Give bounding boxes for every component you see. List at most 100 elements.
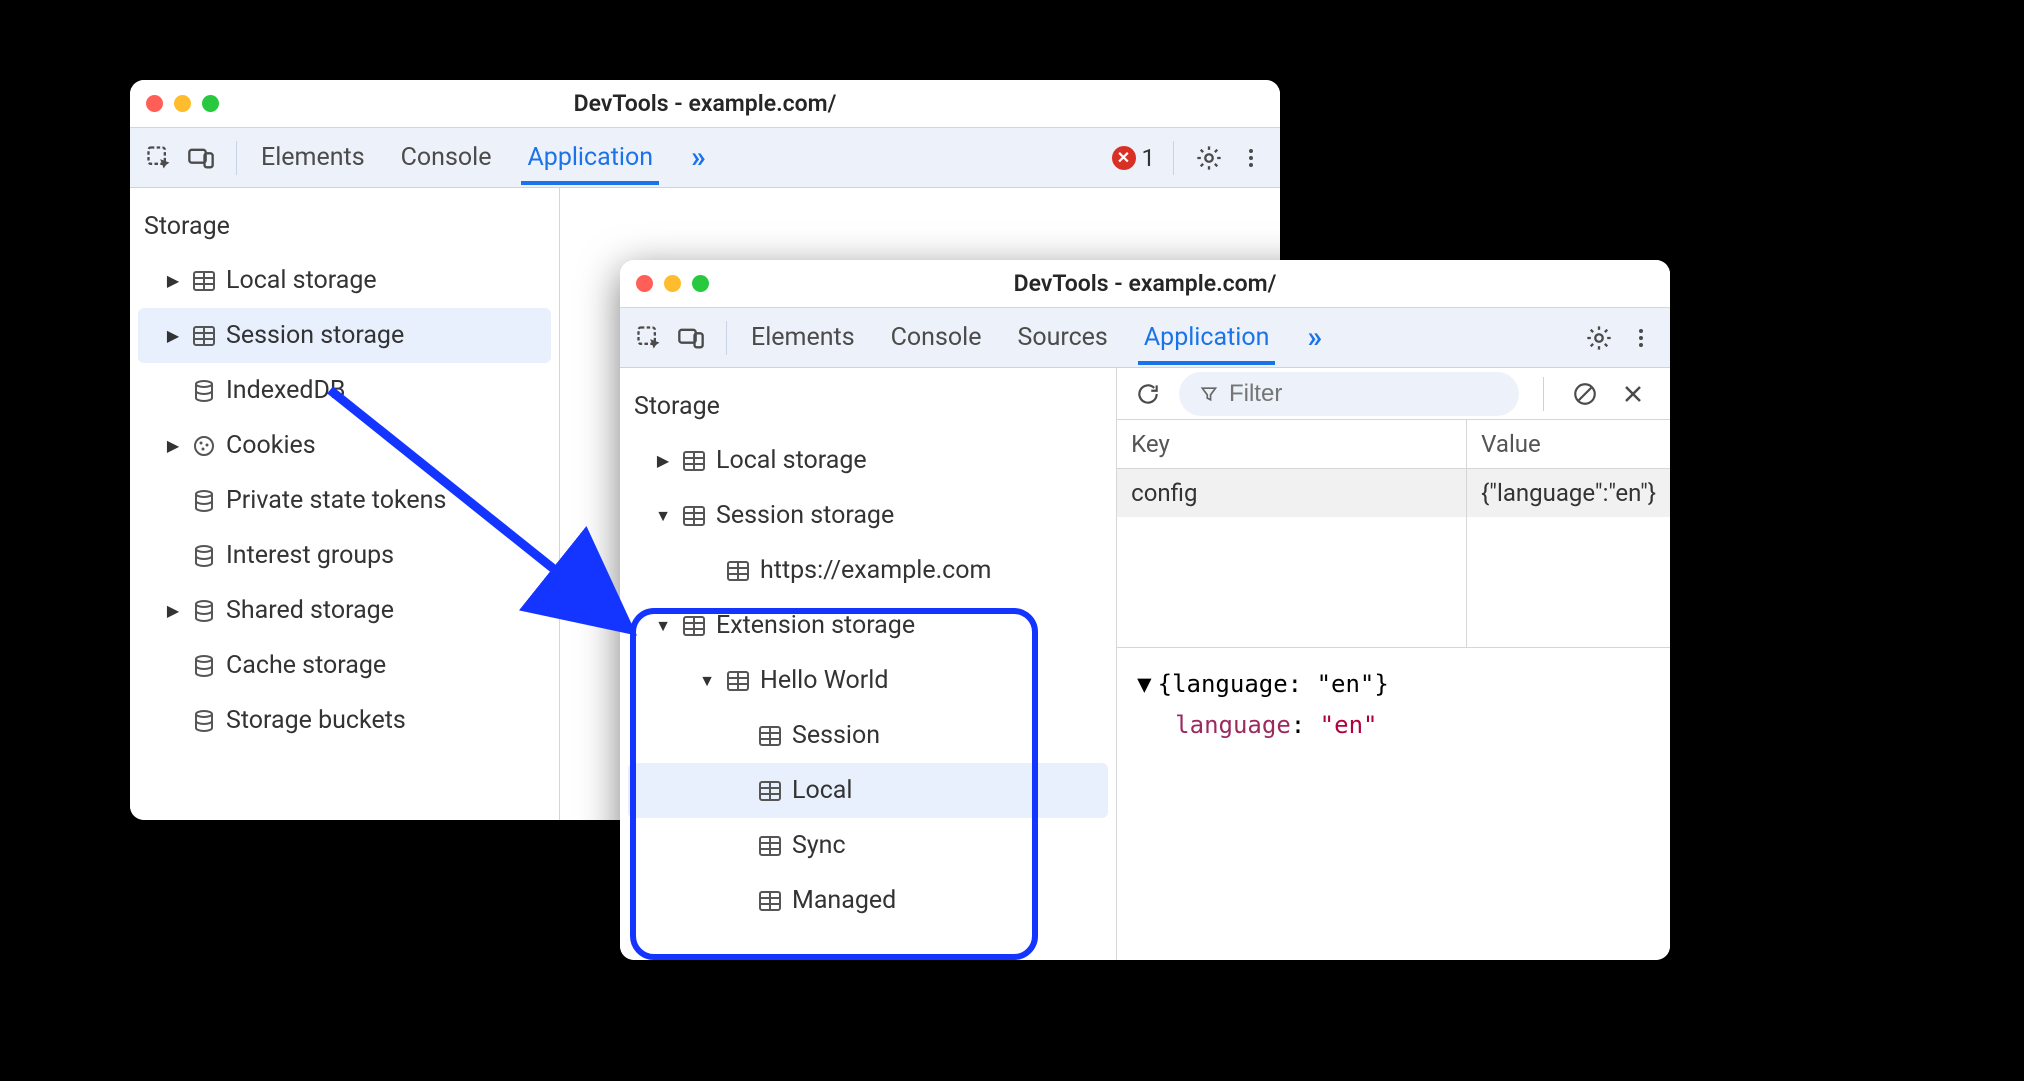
- more-tabs-icon[interactable]: »: [1299, 320, 1330, 355]
- tree-label: Session storage: [716, 501, 894, 530]
- tree-label: Local storage: [716, 446, 867, 475]
- refresh-icon[interactable]: [1131, 377, 1165, 411]
- tab-application[interactable]: Application: [1138, 311, 1276, 365]
- tree-item-shared-storage[interactable]: ▶ Shared storage: [130, 583, 559, 638]
- tree-label: Interest groups: [226, 541, 394, 570]
- minimize-window-button[interactable]: [174, 95, 191, 112]
- clear-all-icon[interactable]: [1568, 377, 1602, 411]
- tree-label: Local storage: [226, 266, 377, 295]
- tree-label: IndexedDB: [226, 376, 345, 405]
- tab-application[interactable]: Application: [521, 131, 659, 185]
- settings-icon[interactable]: [1192, 141, 1226, 175]
- panel-tabs: Elements Console Sources Application »: [745, 311, 1330, 365]
- tree-item-storage-buckets[interactable]: Storage buckets: [130, 693, 559, 748]
- tab-elements[interactable]: Elements: [745, 311, 861, 365]
- error-badge[interactable]: ✕ 1: [1112, 144, 1156, 172]
- separator: [236, 141, 237, 175]
- tree-item-extension-storage[interactable]: ▼ Extension storage: [620, 598, 1116, 653]
- column-header-value[interactable]: Value: [1467, 420, 1670, 468]
- close-window-button[interactable]: [636, 275, 653, 292]
- inspect-icon[interactable]: [142, 141, 176, 175]
- tree-label: Sync: [792, 831, 846, 860]
- kebab-menu-icon[interactable]: [1624, 321, 1658, 355]
- more-tabs-icon[interactable]: »: [683, 140, 714, 175]
- table-icon: [680, 502, 708, 530]
- tab-sources[interactable]: Sources: [1011, 311, 1113, 365]
- storage-sidebar: Storage ▶Local storage ▼Session storage …: [620, 368, 1117, 960]
- window-title: DevTools - example.com/: [620, 270, 1670, 297]
- delete-icon[interactable]: [1616, 377, 1650, 411]
- detail-summary-line[interactable]: ▼{language: "en"}: [1137, 664, 1650, 705]
- tab-console[interactable]: Console: [395, 131, 498, 185]
- cell-key[interactable]: config: [1117, 469, 1467, 517]
- expand-arrow-icon[interactable]: ▶: [164, 436, 182, 455]
- collapse-arrow-icon[interactable]: ▼: [698, 671, 716, 691]
- tree-item-cookies[interactable]: ▶ Cookies: [130, 418, 559, 473]
- collapse-arrow-icon[interactable]: ▼: [654, 616, 672, 636]
- tree-label: Local: [792, 776, 853, 805]
- filter-field[interactable]: [1179, 372, 1519, 416]
- inspect-icon[interactable]: [632, 321, 666, 355]
- detail-key: language: [1175, 711, 1291, 739]
- tree-item-session-storage[interactable]: ▶Session storage: [138, 308, 551, 363]
- cell-value[interactable]: {"language":"en"}: [1467, 469, 1670, 517]
- filter-input[interactable]: [1229, 380, 1499, 408]
- value-detail: ▼{language: "en"} language: "en": [1117, 648, 1670, 762]
- tree-item-local-storage[interactable]: ▶ Local storage: [620, 433, 1116, 488]
- table-header: Key Value: [1117, 420, 1670, 469]
- tree-item-session-storage[interactable]: ▼ Session storage: [620, 488, 1116, 543]
- expand-arrow-icon[interactable]: ▶: [164, 601, 182, 620]
- tab-console[interactable]: Console: [885, 311, 988, 365]
- tree-item-origin[interactable]: https://example.com: [620, 543, 1116, 598]
- collapse-arrow-icon[interactable]: ▼: [654, 506, 672, 526]
- collapse-arrow-icon[interactable]: ▼: [1137, 670, 1151, 698]
- titlebar[interactable]: DevTools - example.com/: [130, 80, 1280, 128]
- detail-property: language: "en": [1137, 705, 1650, 746]
- error-icon: ✕: [1112, 146, 1136, 170]
- storage-tree: ▶ Local storage ▼ Session storage https://…: [620, 433, 1116, 928]
- tree-label: Cookies: [226, 431, 316, 460]
- expand-arrow-icon[interactable]: ▶: [164, 271, 182, 290]
- tree-label: https://example.com: [760, 556, 991, 585]
- maximize-window-button[interactable]: [692, 275, 709, 292]
- tree-item-sync[interactable]: Sync: [620, 818, 1116, 873]
- traffic-lights: [636, 275, 709, 292]
- database-icon: [190, 377, 218, 405]
- tree-item-interest-groups[interactable]: Interest groups: [130, 528, 559, 583]
- tree-label: Private state tokens: [226, 486, 446, 515]
- tree-label: Cache storage: [226, 651, 386, 680]
- content-pane: Key Value config {"language":"en"} ▼{lan…: [1117, 368, 1670, 960]
- tree-item-private-state-tokens[interactable]: Private state tokens: [130, 473, 559, 528]
- kebab-menu-icon[interactable]: [1234, 141, 1268, 175]
- separator: [1173, 141, 1174, 175]
- database-icon: [190, 597, 218, 625]
- settings-icon[interactable]: [1582, 321, 1616, 355]
- tree-label: Session: [792, 721, 880, 750]
- database-icon: [190, 542, 218, 570]
- tree-label: Extension storage: [716, 611, 915, 640]
- storage-table: Key Value config {"language":"en"}: [1117, 420, 1670, 648]
- tree-label: Shared storage: [226, 596, 394, 625]
- filter-icon: [1199, 383, 1219, 405]
- titlebar[interactable]: DevTools - example.com/: [620, 260, 1670, 308]
- storage-tree: ▶ Local storage ▶Session storage IndexedD…: [130, 253, 559, 748]
- detail-value: "en": [1320, 711, 1378, 739]
- tree-item-local[interactable]: Local: [628, 763, 1108, 818]
- tree-item-local-storage[interactable]: ▶ Local storage: [130, 253, 559, 308]
- device-toggle-icon[interactable]: [674, 321, 708, 355]
- table-row[interactable]: config {"language":"en"}: [1117, 469, 1670, 517]
- tree-item-managed[interactable]: Managed: [620, 873, 1116, 928]
- maximize-window-button[interactable]: [202, 95, 219, 112]
- table-icon: [680, 612, 708, 640]
- expand-arrow-icon[interactable]: ▶: [654, 451, 672, 470]
- expand-arrow-icon[interactable]: ▶: [164, 326, 182, 345]
- device-toggle-icon[interactable]: [184, 141, 218, 175]
- column-header-key[interactable]: Key: [1117, 420, 1467, 468]
- close-window-button[interactable]: [146, 95, 163, 112]
- tree-item-indexeddb[interactable]: IndexedDB: [130, 363, 559, 418]
- tab-elements[interactable]: Elements: [255, 131, 371, 185]
- tree-item-cache-storage[interactable]: Cache storage: [130, 638, 559, 693]
- tree-item-session[interactable]: Session: [620, 708, 1116, 763]
- minimize-window-button[interactable]: [664, 275, 681, 292]
- tree-item-hello-world[interactable]: ▼Hello World: [620, 653, 1116, 708]
